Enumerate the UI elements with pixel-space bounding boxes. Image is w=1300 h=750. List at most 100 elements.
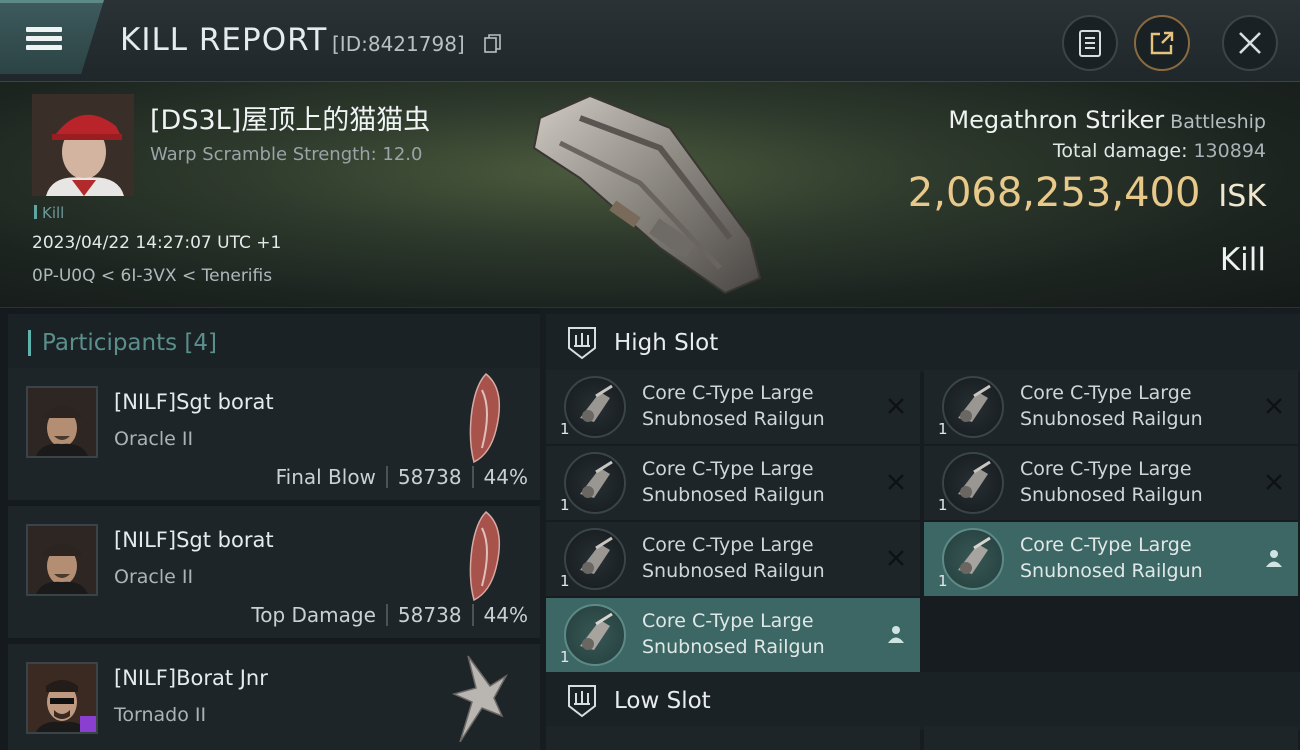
total-damage: Total damage: 130894 — [1053, 140, 1266, 162]
participant-damage: 58738 — [397, 603, 462, 627]
clipboard-button[interactable] — [1062, 15, 1118, 71]
title-bar: KILL REPORT [ID:8421798] — [0, 0, 1300, 82]
total-damage-value: 130894 — [1193, 140, 1266, 162]
railgun-icon — [942, 376, 1004, 438]
corp-badge — [80, 716, 96, 732]
menu-button[interactable] — [0, 0, 104, 74]
close-button[interactable] — [1222, 15, 1278, 71]
oracle-ship-icon — [469, 372, 501, 464]
module-name: Core C-Type Large Snubnosed Railgun — [642, 456, 882, 508]
railgun-icon — [942, 528, 1004, 590]
kill-tag-label: Kill — [42, 204, 65, 222]
module-item[interactable]: 1 Core C-Type Large Snubnosed Railgun — [924, 522, 1298, 596]
destroyed-icon — [888, 474, 904, 490]
clipboard-icon — [1079, 30, 1101, 57]
participant-row[interactable]: [NILF]Borat Jnr Tornado II — [8, 644, 540, 750]
module-qty: 1 — [560, 496, 570, 514]
total-damage-label: Total damage: — [1053, 140, 1188, 162]
module-item[interactable]: 1 Core C-Type Large Snubnosed Railgun — [924, 446, 1298, 520]
module-item[interactable]: 1 Core C-Type Large Snubnosed Railgun — [546, 370, 920, 444]
railgun-icon — [564, 528, 626, 590]
participant-percent: 44% — [483, 465, 528, 489]
share-icon — [1150, 31, 1174, 55]
destroyed-icon — [1266, 474, 1282, 490]
module-name-line1: Core C-Type Large — [642, 610, 814, 632]
low-slot-icon — [568, 685, 596, 718]
isk-amount: 2,068,253,400 — [907, 170, 1201, 216]
railgun-icon — [564, 452, 626, 514]
close-icon — [1239, 32, 1261, 54]
destroyed-icon — [888, 398, 904, 414]
victim-summary: [DS3L]屋顶上的猫猫虫 Warp Scramble Strength: 12… — [0, 82, 1300, 308]
avatar — [32, 94, 134, 196]
participant-row[interactable]: [NILF]Sgt borat Oracle II Final Blow 5873… — [8, 368, 540, 502]
participant-row[interactable]: [NILF]Sgt borat Oracle II Top Damage 5873… — [8, 506, 540, 640]
avatar — [26, 524, 98, 596]
module-item[interactable]: 1 Core C-Type Large Snubnosed Railgun — [924, 370, 1298, 444]
participants-panel: Participants [4] [NILF]Sgt borat Oracle … — [0, 308, 540, 750]
railgun-icon — [564, 604, 626, 666]
module-qty: 1 — [560, 648, 570, 666]
module-item[interactable]: 1 Core C-Type Large Snubnosed Railgun — [546, 522, 920, 596]
module-name: Core C-Type Large Snubnosed Railgun — [1020, 532, 1260, 584]
participant-name: [NILF]Sgt borat — [114, 528, 274, 552]
module-name-line2: Snubnosed Railgun — [642, 560, 825, 582]
module-name-line2: Snubnosed Railgun — [642, 636, 825, 658]
share-button[interactable] — [1134, 15, 1190, 71]
participants-title: Participants [4] — [42, 330, 217, 356]
isk-unit: ISK — [1218, 179, 1266, 214]
module-name-line1: Core C-Type Large — [1020, 382, 1192, 404]
participant-role: Top Damage — [251, 603, 376, 627]
participant-stats: Top Damage 58738 44% — [251, 603, 528, 627]
module-item[interactable]: 1 Core C-Type Large Snubnosed Railgun — [546, 598, 920, 672]
ship-image — [532, 94, 762, 295]
module-name-line1: Core C-Type Large — [642, 382, 814, 404]
module-name-line1: Core C-Type Large — [642, 458, 814, 480]
participant-role: Final Blow — [275, 465, 376, 489]
fitting-panel: High Slot 1 Core C-Type Large Snubnosed R… — [540, 308, 1300, 750]
participant-ship: Oracle II — [114, 428, 194, 450]
module-name: Core C-Type Large Snubnosed Railgun — [642, 380, 882, 432]
participant-stats: Final Blow 58738 44% — [276, 465, 528, 489]
module-name: Core C-Type Large Snubnosed Railgun — [642, 532, 882, 584]
avatar — [26, 386, 98, 458]
module-name-line2: Snubnosed Railgun — [642, 484, 825, 506]
person-icon — [888, 626, 904, 643]
ship-name[interactable]: Megathron Striker Battleship — [948, 106, 1266, 134]
module-item[interactable] — [924, 726, 1298, 750]
destroyed-icon — [1266, 398, 1282, 414]
victim-name[interactable]: [DS3L]屋顶上的猫猫虫 — [150, 98, 430, 137]
participant-name: [NILF]Borat Jnr — [114, 666, 268, 690]
person-icon — [1266, 550, 1282, 567]
ship-name-text: Megathron Striker — [948, 106, 1165, 134]
kill-location[interactable]: 0P-U0Q < 6I-3VX < Tenerifis — [32, 266, 272, 286]
railgun-icon — [942, 452, 1004, 514]
copy-icon[interactable] — [484, 34, 502, 54]
avatar — [26, 662, 98, 734]
module-name-line1: Core C-Type Large — [1020, 458, 1192, 480]
module-item[interactable] — [546, 726, 920, 750]
module-qty: 1 — [560, 420, 570, 438]
participant-ship: Tornado II — [114, 704, 207, 726]
module-item[interactable]: 1 Core C-Type Large Snubnosed Railgun — [546, 446, 920, 520]
participant-percent: 44% — [483, 603, 528, 627]
result-label: Kill — [1219, 242, 1266, 278]
participant-damage: 58738 — [397, 465, 462, 489]
module-name: Core C-Type Large Snubnosed Railgun — [1020, 380, 1260, 432]
module-qty: 1 — [560, 572, 570, 590]
high-slot-icon — [568, 327, 596, 360]
victim-portrait[interactable] — [32, 94, 134, 196]
kill-tag: Kill — [34, 204, 64, 222]
module-name-line2: Snubnosed Railgun — [1020, 560, 1203, 582]
participants-header: Participants [4] — [8, 314, 540, 370]
module-name-line1: Core C-Type Large — [642, 534, 814, 556]
kill-id: [ID:8421798] — [332, 32, 465, 56]
module-qty: 1 — [938, 420, 948, 438]
module-name-line1: Core C-Type Large — [1020, 534, 1192, 556]
module-name-line2: Snubnosed Railgun — [642, 408, 825, 430]
participant-ship: Oracle II — [114, 566, 194, 588]
module-name: Core C-Type Large Snubnosed Railgun — [642, 608, 882, 660]
hamburger-icon — [26, 23, 62, 54]
module-name: Core C-Type Large Snubnosed Railgun — [1020, 456, 1260, 508]
ship-class: Battleship — [1170, 111, 1266, 133]
